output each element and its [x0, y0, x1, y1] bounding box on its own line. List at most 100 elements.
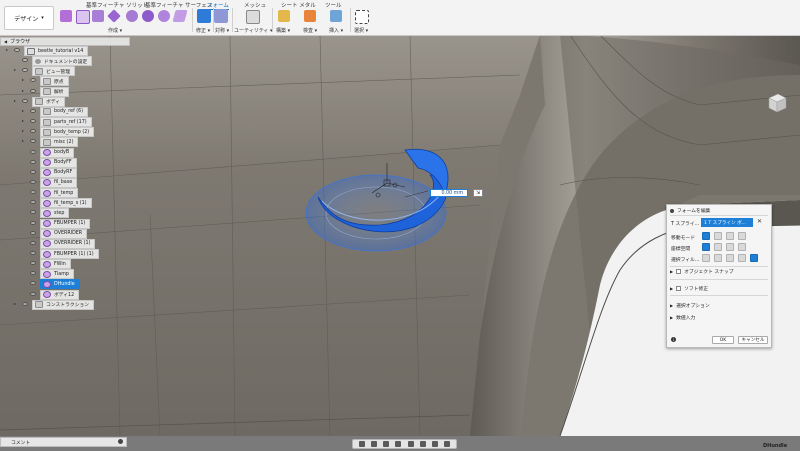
browser-item[interactable]: FBUMPER (1): [40, 218, 91, 229]
browser-item[interactable]: step: [40, 208, 70, 219]
group-utility-label[interactable]: ユーティリティ ▾: [234, 27, 273, 34]
expand-arrow-icon[interactable]: ▸: [6, 47, 8, 52]
select-icon[interactable]: [355, 10, 369, 24]
tab-sheet-metal[interactable]: シート メタル: [281, 1, 316, 9]
collapse-icon[interactable]: ◀: [4, 39, 7, 44]
visibility-eye-icon[interactable]: [30, 230, 36, 235]
browser-item[interactable]: bodyB: [40, 147, 75, 158]
browser-item[interactable]: BodyRF: [40, 167, 78, 178]
group-insert-label[interactable]: 挿入 ▾: [329, 27, 343, 34]
browser-item[interactable]: misc (2): [40, 137, 79, 148]
browser-item[interactable]: FBUMPER (1) (1): [40, 249, 99, 259]
dialog-title-bar[interactable]: フォームを編集: [670, 207, 710, 214]
symmetry-icon[interactable]: [214, 9, 228, 23]
browser-item[interactable]: Tlamp: [40, 269, 74, 280]
coord-view-button[interactable]: [714, 243, 722, 251]
pan-icon[interactable]: [383, 441, 390, 447]
coord-world-button[interactable]: [702, 243, 710, 251]
coord-local-button[interactable]: [726, 243, 734, 251]
soft-modify-checkbox[interactable]: [676, 286, 682, 291]
group-modify-label[interactable]: 修正 ▾: [196, 27, 210, 34]
expand-arrow-icon[interactable]: ▸: [22, 108, 24, 113]
workspace-switcher[interactable]: デザイン ▾: [4, 6, 54, 30]
browser-item[interactable]: ビュー管理: [32, 66, 75, 77]
tab-tools[interactable]: ツール: [325, 1, 342, 9]
cancel-button[interactable]: キャンセル: [738, 336, 768, 344]
visibility-eye-icon[interactable]: [30, 291, 36, 296]
filter-all-button[interactable]: [750, 254, 758, 262]
move-mode-all-button[interactable]: [702, 232, 710, 240]
coord-parent-button[interactable]: [738, 243, 746, 251]
browser-item[interactable]: fil_temp: [40, 188, 79, 199]
viewports-icon[interactable]: [443, 441, 450, 447]
group-create-label[interactable]: 作成 ▾: [108, 27, 122, 34]
browser-item[interactable]: ドキュメントの設定: [32, 56, 93, 67]
visibility-eye-icon[interactable]: [30, 149, 36, 154]
browser-item[interactable]: FWin: [40, 259, 71, 270]
browser-item[interactable]: body_ref (6): [40, 106, 89, 117]
insert-icon[interactable]: [330, 10, 342, 22]
visibility-eye-icon[interactable]: [30, 240, 36, 245]
browser-item[interactable]: 解析: [40, 86, 69, 97]
move-mode-translate-button[interactable]: [714, 232, 722, 240]
construct-icon[interactable]: [278, 10, 290, 22]
visibility-eye-icon[interactable]: [14, 48, 20, 52]
expand-arrow-icon[interactable]: ▸: [22, 138, 24, 143]
tspline-body-selector[interactable]: 1 T スプライン ボ...: [701, 218, 753, 227]
expand-arrow-icon[interactable]: ▸: [14, 301, 16, 306]
box-icon[interactable]: [76, 10, 90, 24]
add-comment-icon[interactable]: [118, 439, 123, 444]
expand-arrow-icon[interactable]: ▸: [22, 128, 24, 133]
look-at-icon[interactable]: [371, 441, 378, 447]
comments-panel[interactable]: コメント: [0, 437, 127, 447]
tab-mesh[interactable]: メッシュ: [244, 1, 266, 9]
browser-item[interactable]: fil_base: [40, 177, 78, 188]
sphere-icon[interactable]: [142, 10, 154, 22]
visibility-eye-icon[interactable]: [30, 159, 36, 164]
group-inspect-label[interactable]: 検査 ▾: [303, 27, 317, 34]
group-select-label[interactable]: 選択 ▾: [354, 27, 368, 34]
move-mode-scale-button[interactable]: [738, 232, 746, 240]
browser-item[interactable]: fil_temp_s (1): [40, 198, 92, 209]
inspect-icon[interactable]: [304, 10, 316, 22]
visibility-eye-icon[interactable]: [30, 220, 36, 225]
browser-item[interactable]: beetle_tutorial v14: [24, 46, 89, 56]
group-construct-label[interactable]: 構築 ▾: [276, 27, 290, 34]
cylinder-icon[interactable]: [126, 10, 138, 22]
object-snap-checkbox[interactable]: [676, 269, 682, 274]
clear-selection-icon[interactable]: ✕: [757, 218, 762, 225]
tab-solid[interactable]: 基準フィーチャ ソリッド: [86, 1, 148, 9]
visibility-eye-icon[interactable]: [30, 179, 36, 184]
visibility-eye-icon[interactable]: [30, 169, 36, 174]
quadball-icon[interactable]: [107, 9, 121, 23]
visibility-eye-icon[interactable]: [30, 108, 36, 113]
numeric-input-section[interactable]: ▶ 数値入力: [670, 314, 695, 321]
fit-icon[interactable]: [407, 441, 414, 447]
browser-item[interactable]: DHundle: [40, 279, 80, 290]
browser-item[interactable]: OVERRIDER: [40, 228, 88, 239]
soft-modify-section[interactable]: ▶ ソフト修正: [670, 285, 708, 292]
distance-input[interactable]: 0.00 mm: [430, 189, 468, 197]
orbit-icon[interactable]: [359, 441, 366, 447]
visibility-eye-icon[interactable]: [22, 98, 28, 103]
filter-vertex-button[interactable]: [702, 254, 710, 262]
group-symmetry-label[interactable]: 対称 ▾: [215, 27, 229, 34]
move-mode-rotate-button[interactable]: [726, 232, 734, 240]
ok-button[interactable]: OK: [712, 336, 734, 344]
browser-item[interactable]: OVERRIDER (1): [40, 238, 96, 249]
expand-arrow-icon[interactable]: ▸: [22, 77, 24, 82]
browser-item[interactable]: body_temp (2): [40, 127, 95, 138]
browser-item[interactable]: 原点: [40, 76, 69, 87]
browser-item[interactable]: ボディ: [32, 96, 66, 107]
create-form-icon[interactable]: [60, 10, 72, 22]
expand-arrow-icon[interactable]: ▸: [14, 98, 16, 103]
edit-form-icon[interactable]: [197, 9, 211, 23]
display-settings-icon[interactable]: [419, 441, 426, 447]
pipe-icon[interactable]: [172, 10, 188, 22]
browser-item[interactable]: parts_ref (17): [40, 117, 92, 128]
visibility-eye-icon[interactable]: [30, 88, 36, 93]
utility-icon[interactable]: [246, 10, 260, 24]
expand-arrow-icon[interactable]: ▸: [22, 118, 24, 123]
expand-arrow-icon[interactable]: ▸: [14, 67, 16, 72]
browser-item[interactable]: ボディ12: [40, 289, 80, 300]
